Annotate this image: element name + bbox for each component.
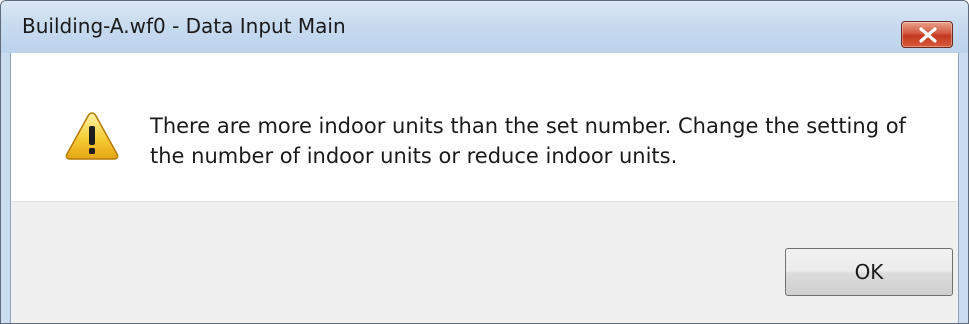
ok-button[interactable]: OK: [785, 248, 953, 296]
warning-icon: [65, 112, 119, 160]
message-dialog: Building-A.wf0 - Data Input Main There a…: [0, 0, 969, 324]
title-bar[interactable]: Building-A.wf0 - Data Input Main: [1, 1, 968, 53]
button-area: OK: [11, 201, 958, 323]
close-icon: [919, 27, 937, 43]
ok-button-label: OK: [854, 260, 884, 284]
dialog-body: There are more indoor units than the set…: [10, 53, 959, 323]
window-title: Building-A.wf0 - Data Input Main: [22, 14, 346, 38]
message-text: There are more indoor units than the set…: [150, 111, 940, 171]
close-button[interactable]: [901, 21, 953, 48]
message-line-2: the number of indoor units or reduce ind…: [150, 144, 678, 168]
message-area: There are more indoor units than the set…: [11, 53, 958, 201]
message-line-1: There are more indoor units than the set…: [150, 114, 906, 138]
